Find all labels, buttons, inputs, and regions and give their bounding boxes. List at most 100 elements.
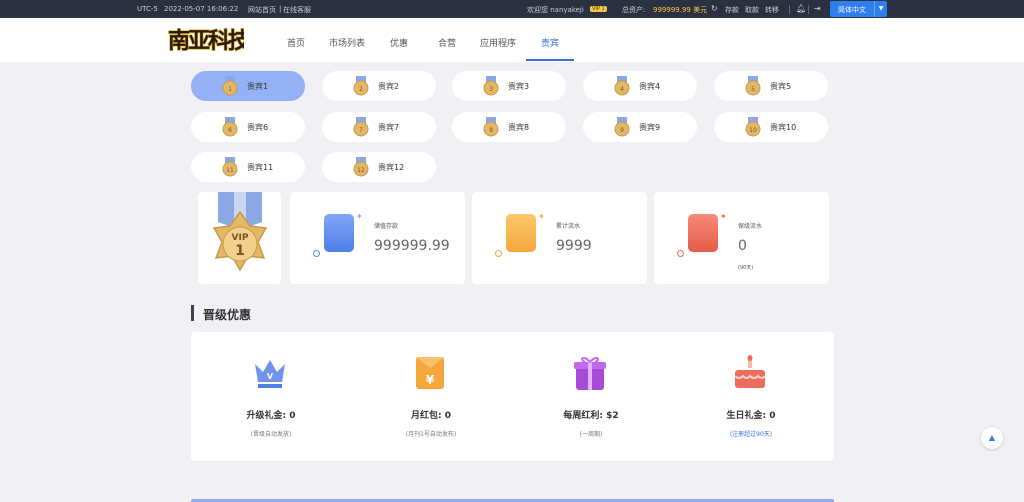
vip-tab-label: 贵宾11 bbox=[247, 163, 274, 172]
top-bar: UTC-5 2022-05-07 16:06:22 网站首页 | 在线客服 欢迎… bbox=[0, 0, 1024, 18]
vip-badge-icon: 4 bbox=[614, 76, 630, 96]
benefit-birthday: 生日礼金: 0 (注册超过90天) bbox=[671, 332, 831, 461]
nav-vip[interactable]: 贵宾 bbox=[541, 36, 559, 49]
svg-text:10: 10 bbox=[749, 127, 757, 134]
vip-badge-icon: 11 bbox=[222, 157, 238, 177]
gamepad-icon bbox=[506, 214, 536, 252]
section-title: 晋级优惠 bbox=[203, 308, 252, 322]
benefit-name: 月红包: 0 bbox=[411, 411, 451, 421]
red-envelope-icon: ¥ bbox=[416, 357, 444, 389]
vip-badge-icon: 3 bbox=[483, 76, 499, 96]
nav-promotions[interactable]: 优惠 bbox=[390, 36, 408, 49]
retention-icon bbox=[688, 214, 718, 252]
stat-caption: 累计流水 bbox=[556, 223, 581, 230]
stat-caption: 保级流水 bbox=[738, 223, 763, 230]
withdraw-link[interactable]: 取款 bbox=[745, 5, 759, 15]
assets-value: 999999.99 美元 bbox=[653, 6, 708, 14]
benefit-note: (月刊1号自动发布) bbox=[405, 431, 457, 438]
transfer-link[interactable]: 转移 bbox=[765, 5, 779, 15]
vip-tab-4[interactable]: 4 贵宾4 bbox=[583, 71, 697, 101]
benefits-panel: V 升级礼金: 0 (晋级自动发放) ¥ 月红包: 0 (月刊1号自动发布) 每… bbox=[191, 332, 834, 461]
svg-text:11: 11 bbox=[226, 167, 234, 174]
medal-level-text: 1 bbox=[235, 243, 245, 259]
vip-tab-label: 贵宾9 bbox=[639, 123, 661, 132]
svg-text:2: 2 bbox=[359, 86, 363, 93]
sparkle-icon: ✦ bbox=[720, 212, 727, 221]
vip-tab-label: 贵宾3 bbox=[508, 82, 530, 91]
vip-badge-icon: 2 bbox=[353, 76, 369, 96]
nav-active-indicator bbox=[526, 59, 574, 61]
sparkle-icon: ✦ bbox=[356, 212, 363, 221]
benefit-note: (晋级自动发放) bbox=[250, 431, 292, 438]
sparkle-icon: ✦ bbox=[538, 212, 545, 221]
benefit-note: (一周期) bbox=[579, 431, 603, 438]
vip-tab-label: 贵宾7 bbox=[378, 123, 400, 132]
svg-text:7: 7 bbox=[359, 127, 363, 134]
vip-tab-8[interactable]: 8 贵宾8 bbox=[452, 112, 566, 142]
vip-badge-icon: 10 bbox=[745, 117, 761, 137]
stat-caption: 储值存款 bbox=[374, 223, 399, 230]
vip-badge-icon: 9 bbox=[614, 117, 630, 137]
stat-value: 999999.99 bbox=[374, 238, 450, 254]
home-link[interactable]: 网站首页 bbox=[248, 5, 276, 15]
svg-text:3: 3 bbox=[489, 86, 493, 93]
chevron-down-icon: ▼ bbox=[874, 1, 887, 17]
vip-tab-12[interactable]: 12 贵宾12 bbox=[322, 152, 436, 182]
vip-tab-3[interactable]: 3 贵宾3 bbox=[452, 71, 566, 101]
vip-tab-11[interactable]: 11 贵宾11 bbox=[191, 152, 305, 182]
dot-marker bbox=[495, 250, 502, 257]
vip-tab-1[interactable]: 1 贵宾1 bbox=[191, 71, 305, 101]
vip-badge-icon: 1 bbox=[222, 76, 238, 96]
crown-icon: V bbox=[255, 360, 285, 388]
vip-tab-2[interactable]: 2 贵宾2 bbox=[322, 71, 436, 101]
vip-tab-6[interactable]: 6 贵宾6 bbox=[191, 112, 305, 142]
vip-medal-card: VIP 1 bbox=[198, 192, 281, 284]
stat-deposit-card: ✦ 储值存款 999999.99 bbox=[290, 192, 465, 284]
stat-value: 9999 bbox=[556, 238, 592, 254]
dot-marker bbox=[313, 250, 320, 257]
svg-text:9: 9 bbox=[620, 127, 624, 134]
customer-service-link[interactable]: 在线客服 bbox=[283, 5, 311, 15]
svg-text:6: 6 bbox=[228, 127, 232, 134]
svg-text:12: 12 bbox=[357, 167, 365, 174]
benefit-upgrade: V 升级礼金: 0 (晋级自动发放) bbox=[191, 332, 351, 461]
svg-text:5: 5 bbox=[751, 86, 755, 93]
vip-medal-icon: VIP 1 bbox=[212, 192, 268, 272]
divider bbox=[789, 5, 790, 14]
datetime: 2022-05-07 16:06:22 bbox=[164, 5, 239, 13]
assets-label: 总资产: bbox=[622, 6, 646, 14]
svg-text:8: 8 bbox=[489, 127, 493, 134]
benefit-note: (注册超过90天) bbox=[729, 431, 773, 438]
logout-icon[interactable]: ⇥ bbox=[814, 4, 821, 13]
logo-text: 南亚科技 bbox=[168, 28, 244, 54]
scroll-to-top-button[interactable]: ▲ bbox=[981, 427, 1003, 449]
stat-turnover-card: ✦ 累计流水 9999 bbox=[472, 192, 647, 284]
language-selector[interactable]: 简体中文 ▼ bbox=[830, 1, 887, 17]
vip-tab-label: 贵宾10 bbox=[770, 123, 797, 132]
vip-tab-10[interactable]: 10 贵宾10 bbox=[714, 112, 828, 142]
vip-tab-7[interactable]: 7 贵宾7 bbox=[322, 112, 436, 142]
nav-home[interactable]: 首页 bbox=[287, 36, 305, 49]
svg-text:1: 1 bbox=[228, 86, 232, 93]
nav-apps[interactable]: 应用程序 bbox=[480, 36, 516, 49]
nav-markets[interactable]: 市场列表 bbox=[329, 36, 365, 49]
refresh-icon[interactable]: ↻ bbox=[711, 4, 718, 13]
welcome-text: 欢迎您 nanyakeji bbox=[527, 6, 584, 14]
vip-level-tag: VIP 1 bbox=[590, 6, 607, 12]
stat-value: 0 bbox=[738, 238, 747, 254]
vip-tab-5[interactable]: 5 贵宾5 bbox=[714, 71, 828, 101]
nav-partnership[interactable]: 合营 bbox=[438, 36, 456, 49]
vip-tab-9[interactable]: 9 贵宾9 bbox=[583, 112, 697, 142]
svg-text:¥: ¥ bbox=[426, 373, 435, 387]
vip-badge-icon: 12 bbox=[353, 157, 369, 177]
bell-icon[interactable]: 🔔︎ bbox=[796, 4, 806, 13]
cake-icon bbox=[734, 355, 766, 388]
vip-tab-label: 贵宾2 bbox=[378, 82, 400, 91]
site-logo[interactable]: 南亚科技 bbox=[166, 22, 244, 56]
deposit-icon bbox=[324, 214, 354, 252]
benefit-weekly: 每周红利: $2 (一周期) bbox=[511, 332, 671, 461]
vip-badge-icon: 5 bbox=[745, 76, 761, 96]
deposit-link[interactable]: 存款 bbox=[725, 5, 739, 15]
link-separator: | bbox=[279, 5, 282, 13]
benefit-name: 每周红利: $2 bbox=[563, 411, 619, 421]
